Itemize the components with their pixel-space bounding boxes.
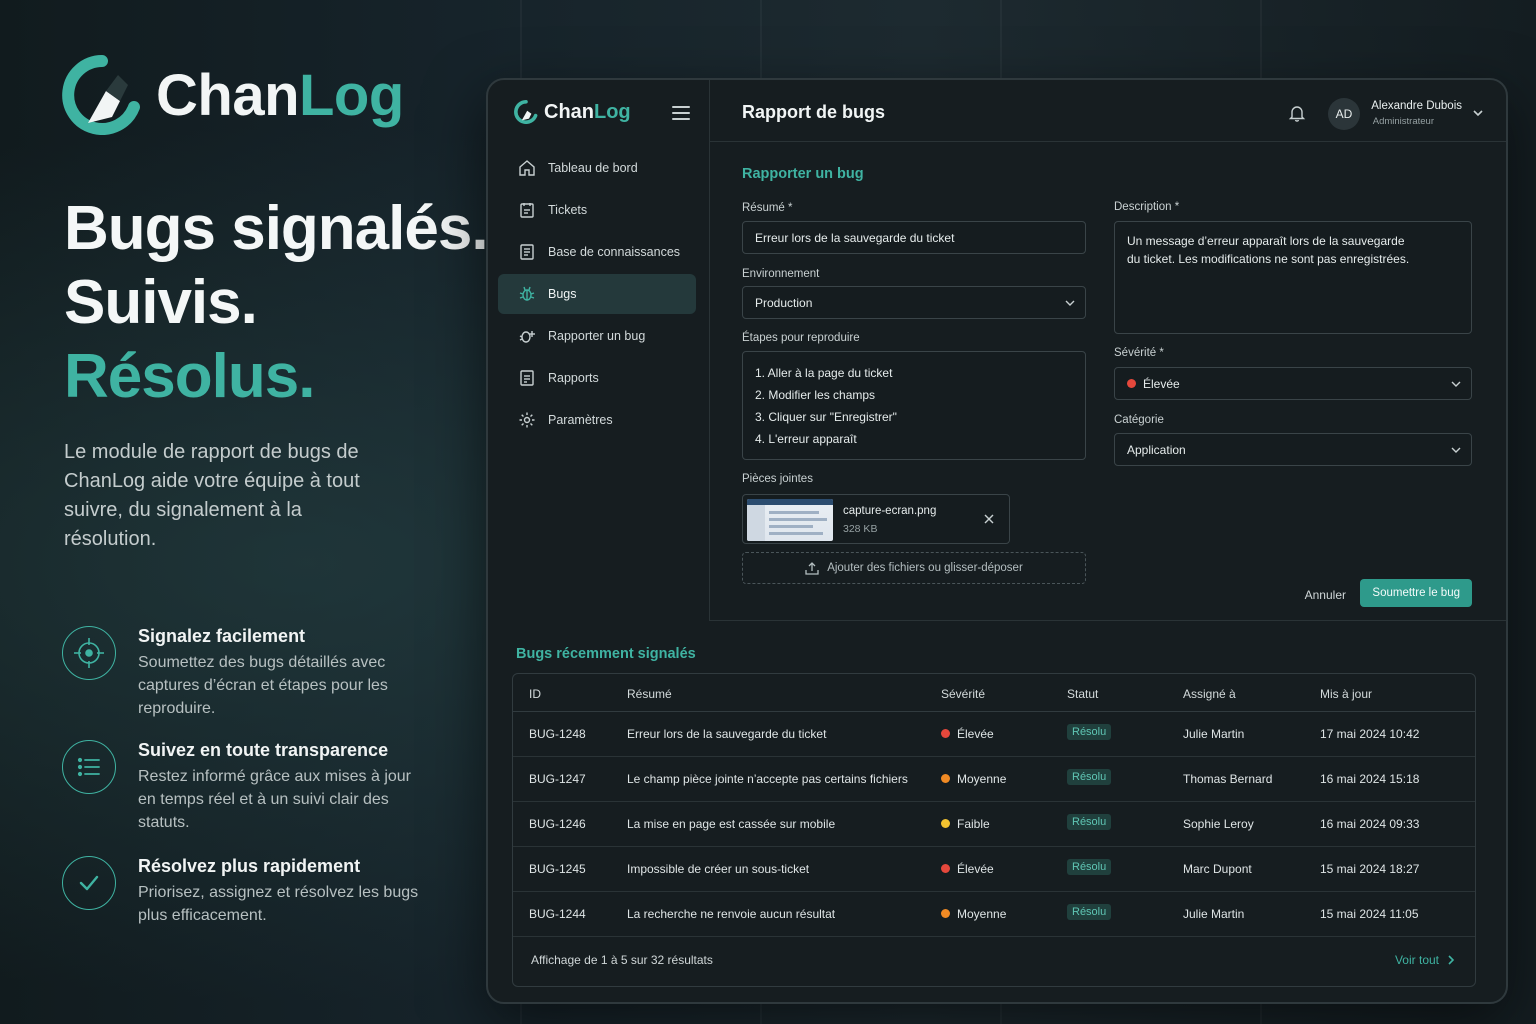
sidebar-item-tickets[interactable]: Tickets [498, 190, 696, 230]
list-icon [62, 740, 116, 794]
recent-bugs-table: ID Résumé Sévérité Statut Assigné à Mis … [512, 673, 1476, 987]
description-label: Description * [1114, 201, 1180, 213]
sidebar-brand[interactable]: ChanLog [514, 100, 631, 124]
sidebar-item-bugs[interactable]: Bugs [498, 274, 696, 314]
sidebar-item-report-bug[interactable]: Rapporter un bug [498, 316, 696, 356]
status-badge: Résolu [1067, 814, 1112, 830]
chevron-right-icon [1448, 955, 1455, 965]
status-badge: Résolu [1067, 769, 1112, 785]
feature-title: Résolvez plus rapidement [138, 856, 361, 876]
crosshair-icon [62, 626, 116, 680]
lead-paragraph: Le module de rapport de bugs de ChanLog … [64, 441, 360, 550]
severity-label: Sévérité * [1114, 347, 1164, 359]
form-title: Rapporter un bug [742, 166, 864, 182]
sidebar-item-reports[interactable]: Rapports [498, 358, 696, 398]
user-role: Administrateur [1372, 116, 1434, 127]
feature-report: Signalez facilement Soumettez des bugs d… [62, 626, 422, 720]
sidebar-item-knowledge-base[interactable]: Base de connaissances [498, 232, 696, 272]
gear-icon [519, 412, 535, 428]
table-row[interactable]: BUG-1245 Impossible de créer un sous-tic… [513, 847, 1475, 892]
document-icon [520, 370, 534, 386]
feature-desc: Restez informé grâce aux mises à jour en… [138, 768, 411, 831]
topbar: Rapport de bugs AD Alexandre Dubois Admi… [710, 80, 1506, 142]
table-row[interactable]: BUG-1247 Le champ pièce jointe n’accepte… [513, 757, 1475, 802]
chanlog-logo-icon [62, 55, 140, 135]
sidebar-nav: Tableau de bord Tickets Base de connaiss… [498, 148, 696, 442]
app-window: ChanLog Tableau de bord Tickets Base de … [486, 78, 1508, 1004]
close-icon[interactable] [983, 513, 995, 525]
summary-input[interactable]: Erreur lors de la sauvegarde du ticket [742, 221, 1086, 254]
attachments-label: Pièces jointes [742, 473, 813, 485]
status-badge: Résolu [1067, 724, 1112, 740]
attachment-thumbnail [747, 499, 833, 541]
user-name[interactable]: Alexandre Dubois [1371, 100, 1462, 112]
severity-dot [941, 729, 950, 738]
feature-resolve: Résolvez plus rapidement Priorisez, assi… [62, 856, 422, 927]
chevron-down-icon [1065, 300, 1075, 306]
sidebar-item-settings[interactable]: Paramètres [498, 400, 696, 440]
steps-textarea[interactable]: 1. Aller à la page du ticket 2. Modifier… [742, 351, 1086, 460]
status-badge: Résolu [1067, 904, 1112, 920]
chevron-down-icon [1451, 447, 1461, 453]
severity-select[interactable]: Élevée [1114, 367, 1472, 400]
ticket-icon [520, 203, 534, 218]
category-select[interactable]: Application [1114, 433, 1472, 466]
severity-dot [941, 774, 950, 783]
page-title: Rapport de bugs [742, 102, 885, 122]
brand-name: ChanLog [156, 62, 404, 128]
sidebar: ChanLog Tableau de bord Tickets Base de … [488, 80, 710, 621]
feature-title: Suivez en toute transparence [138, 740, 389, 760]
table-row[interactable]: BUG-1246 La mise en page est cassée sur … [513, 802, 1475, 847]
severity-dot [941, 819, 950, 828]
hero-heading: Bugs signalés. Suivis. Résolus. [64, 194, 489, 411]
submit-bug-button[interactable]: Soumettre le bug [1360, 579, 1472, 607]
report-bug-icon [519, 331, 535, 343]
file-dropzone[interactable]: Ajouter des fichiers ou glisser-déposer [742, 552, 1086, 584]
table-row[interactable]: BUG-1248 Erreur lors de la sauvegarde du… [513, 712, 1475, 757]
hamburger-menu-icon[interactable] [672, 106, 690, 120]
upload-icon [805, 562, 819, 575]
summary-label: Résumé * [742, 202, 793, 214]
feature-title: Signalez facilement [138, 626, 306, 646]
attachment-size: 328 KB [843, 523, 878, 535]
status-badge: Résolu [1067, 859, 1112, 875]
severity-dot [941, 864, 950, 873]
chevron-down-icon[interactable] [1472, 108, 1484, 118]
table-footer: Affichage de 1 à 5 sur 32 résultats Voir… [513, 934, 1475, 986]
sidebar-item-dashboard[interactable]: Tableau de bord [498, 148, 696, 188]
home-icon [519, 160, 535, 176]
feature-track: Suivez en toute transparence Restez info… [62, 740, 422, 834]
chevron-down-icon [1451, 381, 1461, 387]
recent-bugs-title: Bugs récemment signalés [516, 646, 696, 662]
feature-desc: Soumettez des bugs détaillés avec captur… [138, 654, 388, 717]
brand-logo-large: ChanLog [62, 55, 404, 135]
cancel-button[interactable]: Annuler [1305, 588, 1346, 602]
attachment-name: capture-ecran.png [843, 505, 937, 517]
result-count: Affichage de 1 à 5 sur 32 résultats [531, 953, 713, 967]
view-all-link[interactable]: Voir tout [1395, 953, 1455, 967]
severity-dot [941, 909, 950, 918]
steps-label: Étapes pour reproduire [742, 332, 860, 344]
table-row[interactable]: BUG-1244 La recherche ne renvoie aucun r… [513, 892, 1475, 937]
description-textarea[interactable]: Un message d’erreur apparaît lors de la … [1114, 221, 1472, 334]
chanlog-logo-icon [514, 100, 538, 124]
severity-dot [1127, 379, 1136, 388]
attachment-item: capture-ecran.png 328 KB [742, 494, 1010, 544]
feature-desc: Priorisez, assignez et résolvez les bugs… [138, 884, 419, 924]
bug-report-form: Rapporter un bug Résumé * Erreur lors de… [710, 142, 1506, 621]
environment-select[interactable]: Production [742, 286, 1086, 319]
bell-icon[interactable] [1288, 104, 1306, 122]
table-header: ID Résumé Sévérité Statut Assigné à Mis … [513, 674, 1475, 712]
avatar[interactable]: AD [1328, 98, 1360, 130]
category-label: Catégorie [1114, 414, 1164, 426]
environment-label: Environnement [742, 268, 820, 280]
check-icon [62, 856, 116, 910]
book-icon [520, 244, 534, 260]
bug-icon [519, 286, 535, 301]
